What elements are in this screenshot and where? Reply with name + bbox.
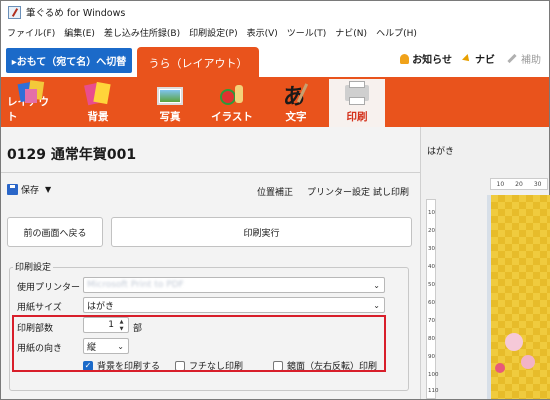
menu-address-book[interactable]: 差し込み住所録(B) <box>104 26 180 39</box>
news-link[interactable]: お知らせ <box>400 51 452 66</box>
assist-link[interactable]: 補助 <box>507 51 541 66</box>
paper-size-select[interactable]: はがき ⌄ <box>83 297 385 313</box>
ruler-tick: 20 <box>428 228 435 234</box>
document-title: 0129 通常年賀001 <box>7 147 137 163</box>
navi-link[interactable]: ナビ <box>462 51 495 66</box>
ribbon-text-button[interactable]: あ 文字 <box>271 79 321 127</box>
text-icon: あ <box>281 81 311 110</box>
photo-icon <box>155 81 185 107</box>
ruler-tick: 10 <box>428 210 435 216</box>
menu-print-settings[interactable]: 印刷設定(P) <box>189 26 237 39</box>
preview-title: はがき <box>427 147 455 157</box>
side-tab-row: ▸おもて（宛て名）へ切替 うら（レイアウト） お知らせ ナビ 補助 <box>1 41 549 79</box>
background-icon <box>83 81 113 107</box>
ribbon-illustration-button[interactable]: イラスト <box>207 79 257 127</box>
printer-label: 使用プリンター <box>17 283 81 293</box>
navi-arrow-icon <box>462 53 472 64</box>
floppy-disk-icon <box>7 184 18 195</box>
ruler-tick: 20 <box>515 180 523 188</box>
printer-settings-button[interactable]: プリンター設定 <box>307 185 370 198</box>
preview-pane: はがき 10 20 30 10 20 30 40 50 60 70 80 90 … <box>420 127 550 399</box>
tab-back-layout[interactable]: うら（レイアウト） <box>137 47 259 79</box>
highlight-frame <box>12 315 386 372</box>
back-button[interactable]: 前の画面へ戻る <box>7 217 103 247</box>
ribbon-background-button[interactable]: 背景 <box>73 79 123 127</box>
header-links: お知らせ ナビ 補助 <box>388 51 541 66</box>
paper-size-value: はがき <box>87 301 115 312</box>
pencil-icon <box>507 53 517 64</box>
ruler-tick: 30 <box>428 246 435 252</box>
printer-select[interactable]: Microsoft Print to PDF ⌄ <box>83 277 385 293</box>
window-title: 筆ぐるめ for Windows <box>26 8 126 19</box>
paper-size-label: 用紙サイズ <box>17 303 62 313</box>
print-execute-button[interactable]: 印刷実行 <box>111 217 412 247</box>
assist-label: 補助 <box>521 55 541 66</box>
switch-to-front-button[interactable]: ▸おもて（宛て名）へ切替 <box>6 48 132 73</box>
ruler-tick: 80 <box>428 336 435 342</box>
ruler-tick: 50 <box>428 282 435 288</box>
chevron-down-icon[interactable]: ▼ <box>45 185 51 194</box>
divider <box>1 172 420 173</box>
ribbon-photo-button[interactable]: 写真 <box>145 79 195 127</box>
ruler-tick: 70 <box>428 318 435 324</box>
ruler-tick: 60 <box>428 300 435 306</box>
test-print-button[interactable]: 試し印刷 <box>373 185 409 198</box>
app-icon <box>8 5 21 19</box>
menu-file[interactable]: ファイル(F) <box>7 26 55 39</box>
ruler-tick: 40 <box>428 264 435 270</box>
menu-view[interactable]: 表示(V) <box>247 26 278 39</box>
chevron-down-icon: ⌄ <box>373 281 380 290</box>
bell-icon <box>400 53 410 64</box>
ruler-tick: 110 <box>428 388 439 394</box>
vertical-ruler: 10 20 30 40 50 60 70 80 90 100 110 <box>426 199 439 399</box>
ribbon-text-label: 文字 <box>285 111 307 123</box>
ruler-tick: 30 <box>533 180 542 188</box>
group-title: 印刷設定 <box>13 260 54 273</box>
ruler-tick: 100 <box>428 372 439 378</box>
ribbon-background-label: 背景 <box>87 111 109 123</box>
illustration-icon <box>217 81 247 107</box>
save-label: 保存 <box>21 186 40 196</box>
menu-bar: ファイル(F) 編集(E) 差し込み住所録(B) 印刷設定(P) 表示(V) ツ… <box>1 23 549 41</box>
postcard-preview[interactable] <box>487 195 550 399</box>
navi-label: ナビ <box>475 55 495 66</box>
save-button[interactable]: 保存 ▼ <box>7 183 51 196</box>
ribbon-photo-label: 写真 <box>159 111 181 123</box>
menu-tools[interactable]: ツール(T) <box>287 26 327 39</box>
position-correction-button[interactable]: 位置補正 <box>257 185 293 198</box>
horizontal-ruler: 10 20 30 <box>490 178 548 190</box>
printer-value: Microsoft Print to PDF <box>87 280 184 290</box>
chevron-down-icon: ⌄ <box>373 301 380 310</box>
ruler-tick: 90 <box>428 354 435 360</box>
title-bar: 筆ぐるめ for Windows <box>1 1 549 23</box>
menu-help[interactable]: ヘルプ(H) <box>376 26 417 39</box>
new-year-card-artwork <box>491 195 550 399</box>
print-settings-pane: 0129 通常年賀001 保存 ▼ 位置補正 プリンター設定 試し印刷 前の画面… <box>1 127 420 399</box>
ribbon-print-button[interactable]: 印刷 <box>329 79 385 127</box>
menu-edit[interactable]: 編集(E) <box>64 26 95 39</box>
layout-icon <box>17 79 47 103</box>
menu-navi[interactable]: ナビ(N) <box>335 26 367 39</box>
news-label: お知らせ <box>412 55 452 66</box>
category-ribbon: レイアウト 背景 写真 イラスト あ 文字 印刷 <box>1 79 549 127</box>
ruler-tick: 10 <box>496 180 505 188</box>
ribbon-layout-button[interactable]: レイアウト <box>7 79 57 127</box>
ribbon-print-label: 印刷 <box>346 111 368 123</box>
ribbon-illustration-label: イラスト <box>211 111 253 123</box>
printer-icon <box>342 81 372 107</box>
